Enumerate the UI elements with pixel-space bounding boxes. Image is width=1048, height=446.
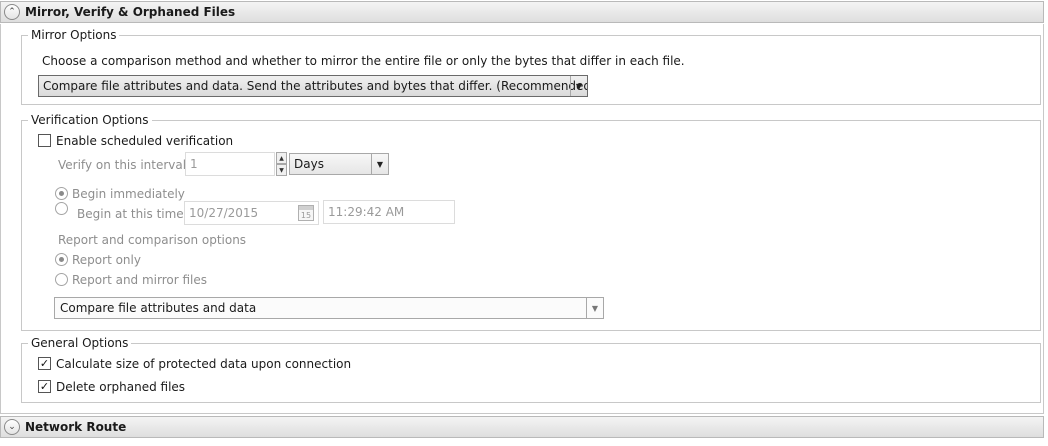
verification-options-legend: Verification Options bbox=[28, 113, 152, 127]
interval-unit-value: Days bbox=[294, 157, 324, 171]
report-mirror-label: Report and mirror files bbox=[72, 273, 208, 287]
interval-input[interactable]: 1 bbox=[185, 152, 275, 176]
interval-value: 1 bbox=[190, 157, 198, 171]
general-options-group: General Options ✓ Calculate size of prot… bbox=[21, 336, 1041, 403]
general-options-legend: General Options bbox=[28, 336, 132, 350]
report-only-radio[interactable] bbox=[55, 253, 68, 266]
delete-orphaned-checkbox[interactable]: ✓ bbox=[38, 380, 51, 393]
compare-method-select[interactable]: Compare file attributes and data ▼ bbox=[54, 297, 604, 319]
report-options-heading: Report and comparison options bbox=[58, 233, 247, 247]
verification-options-group: Verification Options Enable scheduled ve… bbox=[21, 113, 1041, 331]
begin-time-value: 11:29:42 AM bbox=[328, 205, 405, 219]
calendar-day: 15 bbox=[300, 211, 312, 220]
begin-date-value: 10/27/2015 bbox=[189, 206, 259, 220]
spin-up-icon[interactable]: ▲ bbox=[276, 152, 287, 164]
network-section-title: Network Route bbox=[25, 420, 127, 434]
enable-verification-label: Enable scheduled verification bbox=[56, 134, 234, 148]
mirror-section-header[interactable]: ⌃ Mirror, Verify & Orphaned Files bbox=[0, 1, 1044, 23]
dropdown-arrow-icon[interactable]: ▼ bbox=[570, 76, 587, 96]
interval-label: Verify on this interval: bbox=[58, 158, 191, 172]
dropdown-arrow-icon[interactable]: ▼ bbox=[586, 298, 603, 318]
calculate-size-checkbox[interactable]: ✓ bbox=[38, 357, 51, 370]
comparison-method-value: Compare file attributes and data. Send t… bbox=[43, 79, 588, 93]
delete-orphaned-label: Delete orphaned files bbox=[56, 380, 186, 394]
spin-down-icon[interactable]: ▼ bbox=[276, 164, 287, 176]
chevron-down-icon[interactable]: ⌄ bbox=[4, 419, 20, 435]
comparison-method-select[interactable]: Compare file attributes and data. Send t… bbox=[38, 75, 588, 97]
calculate-size-label: Calculate size of protected data upon co… bbox=[56, 357, 352, 371]
begin-at-time-label: Begin at this time: bbox=[77, 207, 188, 221]
begin-immediately-label: Begin immediately bbox=[72, 187, 185, 201]
mirror-options-description: Choose a comparison method and whether t… bbox=[42, 54, 685, 68]
begin-immediately-radio[interactable] bbox=[55, 187, 68, 200]
dropdown-arrow-icon[interactable]: ▼ bbox=[371, 154, 388, 174]
mirror-section-title: Mirror, Verify & Orphaned Files bbox=[25, 5, 236, 19]
mirror-options-group: Mirror Options Choose a comparison metho… bbox=[21, 28, 1041, 105]
network-section-header[interactable]: ⌄ Network Route bbox=[0, 416, 1044, 438]
mirror-options-legend: Mirror Options bbox=[28, 28, 120, 42]
calendar-icon[interactable]: 15 bbox=[298, 205, 314, 221]
interval-unit-select[interactable]: Days ▼ bbox=[289, 153, 389, 175]
chevron-up-icon[interactable]: ⌃ bbox=[4, 4, 20, 20]
begin-time-input[interactable]: 11:29:42 AM bbox=[323, 200, 455, 224]
enable-verification-checkbox[interactable] bbox=[38, 134, 51, 147]
report-mirror-radio[interactable] bbox=[55, 273, 68, 286]
begin-date-picker[interactable]: 10/27/2015 15 bbox=[184, 201, 319, 225]
report-only-label: Report only bbox=[72, 253, 141, 267]
compare-method-value: Compare file attributes and data bbox=[60, 301, 257, 315]
begin-at-time-radio[interactable] bbox=[55, 202, 68, 215]
